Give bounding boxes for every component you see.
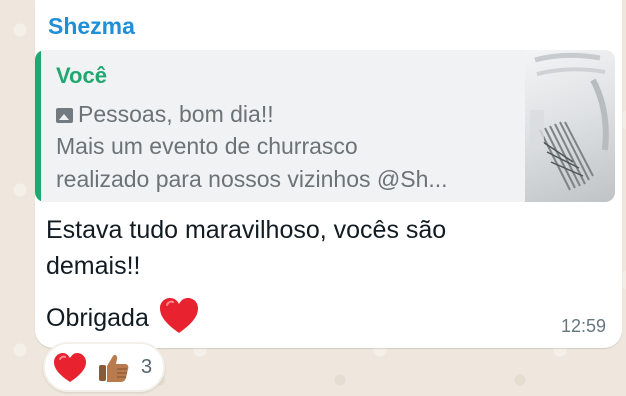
quoted-author: Você [56,63,107,88]
heart-reaction-icon [54,353,86,382]
quoted-line-1: Pessoas, bom dia!! [56,101,274,128]
reaction-count: 3 [141,356,153,378]
heart-emoji-icon [159,298,198,333]
message-line-2: demais!! [46,252,141,280]
quoted-line-2: Mais um evento de churrasco [56,133,358,159]
quote-accent-bar [35,50,41,202]
quoted-line-3: realizado para nossos vizinhos @Sh... [56,166,448,192]
quoted-image-thumbnail [525,50,615,202]
quoted-message[interactable]: Você Pessoas, bom dia!! Mais um evento d… [35,50,615,202]
message-line-3: Obrigada [46,296,200,336]
message-bubble[interactable]: Shezma Você Pessoas, bom dia!! Mais um e… [35,0,622,348]
thumbs-up-icon [99,355,129,382]
photo-icon [56,108,73,123]
message-text-3: Obrigada [46,304,149,332]
message-line-1: Estava tudo maravilhoso, vocês são [46,216,447,244]
reactions-pill[interactable]: 3 [43,342,165,392]
message-timestamp: 12:59 [560,316,606,336]
quoted-text-1: Pessoas, bom dia!! [78,101,274,127]
sender-name[interactable]: Shezma [48,13,135,40]
